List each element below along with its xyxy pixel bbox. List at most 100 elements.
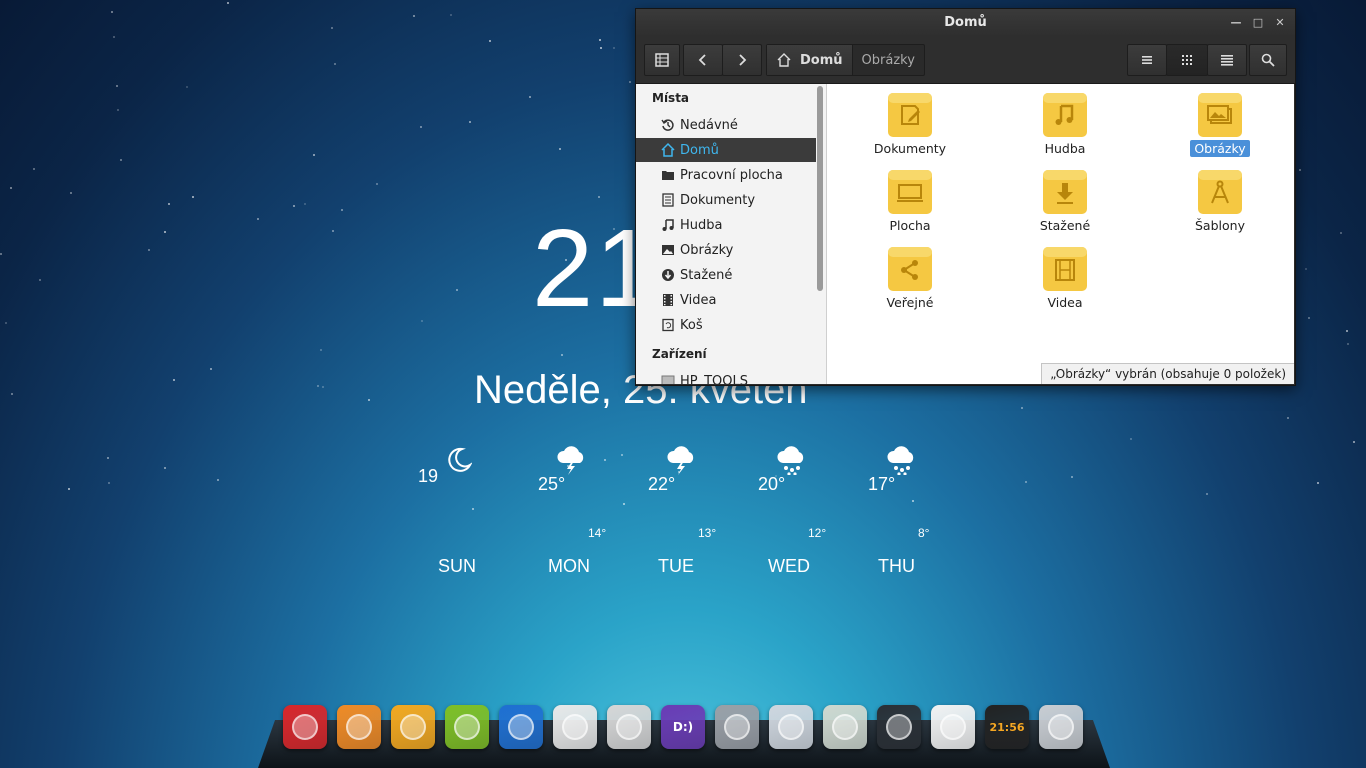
maximize-button[interactable]: □ (1251, 9, 1265, 37)
star (1286, 417, 1289, 420)
rain-cloud-icon (777, 446, 804, 475)
sidebar-item-trash[interactable]: Koš (636, 313, 816, 337)
sidebar-header-devices: Zařízení (652, 347, 707, 361)
network-globe-icon[interactable] (769, 705, 813, 749)
folder-item[interactable]: Plocha (850, 169, 970, 234)
star (321, 386, 324, 389)
compact-view-button[interactable] (1207, 44, 1247, 76)
star (192, 196, 195, 199)
dock-icon-glyph (616, 714, 642, 740)
file-manager-window[interactable]: Domů — □ ✕ Domů Obrázky Místa Nedávné Do… (635, 8, 1296, 386)
folder-label: Stažené (1039, 218, 1091, 233)
folder-label: Dokumenty (873, 141, 947, 156)
star (488, 40, 491, 43)
breadcrumb-label: Obrázky (861, 52, 915, 68)
sidebar-item-device[interactable]: HP_TOOLS (636, 369, 816, 384)
star (120, 158, 123, 161)
dock-icon-glyph (346, 714, 372, 740)
back-button[interactable] (683, 44, 723, 76)
star (420, 126, 423, 129)
forecast-low: 14° (588, 526, 607, 540)
desktop-icon (888, 170, 932, 214)
film-icon (663, 294, 673, 306)
star (115, 84, 118, 87)
trash-dock-icon[interactable] (1039, 705, 1083, 749)
folder-item[interactable]: Obrázky (1160, 92, 1280, 157)
forecast-day: TUE (658, 556, 694, 576)
sidebar-scrollbar[interactable] (817, 86, 823, 291)
icon-view-button[interactable] (1166, 44, 1208, 76)
file-manager-icon[interactable] (607, 705, 651, 749)
deepin-music-icon[interactable]: D:) (661, 705, 705, 749)
star (623, 502, 626, 505)
forecast-high: 22° (648, 474, 676, 494)
swirl-app-icon[interactable] (391, 705, 435, 749)
star (111, 10, 114, 13)
dock-icon-glyph (778, 714, 804, 740)
breadcrumb-pictures[interactable]: Obrázky (851, 45, 924, 75)
sidebar-item-label: Nedávné (680, 117, 738, 133)
chrome-icon[interactable] (553, 705, 597, 749)
folder-item[interactable]: Stažené (1005, 169, 1125, 234)
status-bar: „Obrázky“ vybrán (obsahuje 0 položek) (1041, 363, 1294, 384)
sidebar-item-desktop[interactable]: Pracovní plocha (636, 163, 816, 187)
folder-item[interactable]: Šablony (1160, 169, 1280, 234)
folder-label: Veřejné (886, 295, 934, 310)
star (331, 230, 334, 233)
list-view-button[interactable] (1127, 44, 1167, 76)
sidebar-item-pictures[interactable]: Obrázky (636, 238, 816, 262)
window-titlebar[interactable]: Domů — □ ✕ (636, 9, 1295, 37)
sidebar-item-recent[interactable]: Nedávné (636, 113, 816, 137)
sidebar-item-downloads[interactable]: Stažené (636, 263, 816, 287)
star (70, 191, 73, 194)
sidebar-item-documents[interactable]: Dokumenty (636, 188, 816, 212)
star (560, 354, 563, 357)
star (210, 367, 213, 370)
sidebar-item-videos[interactable]: Videa (636, 288, 816, 312)
folder-item[interactable]: Hudba (1005, 92, 1125, 157)
sidebar-item-label: Pracovní plocha (680, 167, 783, 183)
star (529, 95, 532, 98)
folder-item[interactable]: Dokumenty (850, 92, 970, 157)
music-player-icon[interactable] (445, 705, 489, 749)
breadcrumb-home[interactable]: Domů (767, 45, 852, 75)
sidebar-item-music[interactable]: Hudba (636, 213, 816, 237)
star (168, 202, 171, 205)
star (612, 46, 615, 49)
dock-icon-glyph (400, 714, 426, 740)
star (106, 457, 109, 459)
sidebar-item-label: Videa (680, 292, 717, 308)
sidebar: Místa Nedávné Domů Pracovní plocha Dokum… (636, 84, 827, 384)
star (1307, 316, 1310, 319)
sidebar-toggle-button[interactable] (644, 44, 680, 76)
image-icon (662, 245, 674, 255)
clock-app-icon[interactable]: 21:56 (985, 705, 1029, 749)
sidebar-item-label: Dokumenty (680, 192, 756, 208)
star (227, 1, 230, 4)
dock-icon-glyph (454, 714, 480, 740)
browser-globe-icon[interactable] (499, 705, 543, 749)
star (1129, 438, 1132, 441)
rocket-launcher-icon[interactable] (283, 705, 327, 749)
settings-gear-icon[interactable] (715, 705, 759, 749)
minimize-button[interactable]: — (1229, 9, 1243, 37)
close-button[interactable]: ✕ (1273, 9, 1287, 37)
sidebar-header-places: Místa (652, 91, 690, 105)
power-manager-icon[interactable] (823, 705, 867, 749)
folder-item[interactable]: Veřejné (850, 246, 970, 311)
forward-button[interactable] (722, 44, 762, 76)
star (313, 153, 316, 156)
search-button[interactable] (1249, 44, 1287, 76)
sidebar-item-home[interactable]: Domů (636, 138, 816, 162)
sidebar-item-label: Koš (680, 317, 703, 333)
star (117, 109, 120, 112)
forecast-day: MON (548, 556, 590, 576)
star (173, 378, 176, 381)
star (1304, 267, 1307, 270)
media-disc-icon[interactable] (877, 705, 921, 749)
folder-item[interactable]: Videa (1005, 246, 1125, 311)
thunder-cloud-icon (557, 446, 584, 475)
software-store-icon[interactable] (337, 705, 381, 749)
dmusic-icon[interactable] (931, 705, 975, 749)
dock-icon-glyph (940, 714, 966, 740)
